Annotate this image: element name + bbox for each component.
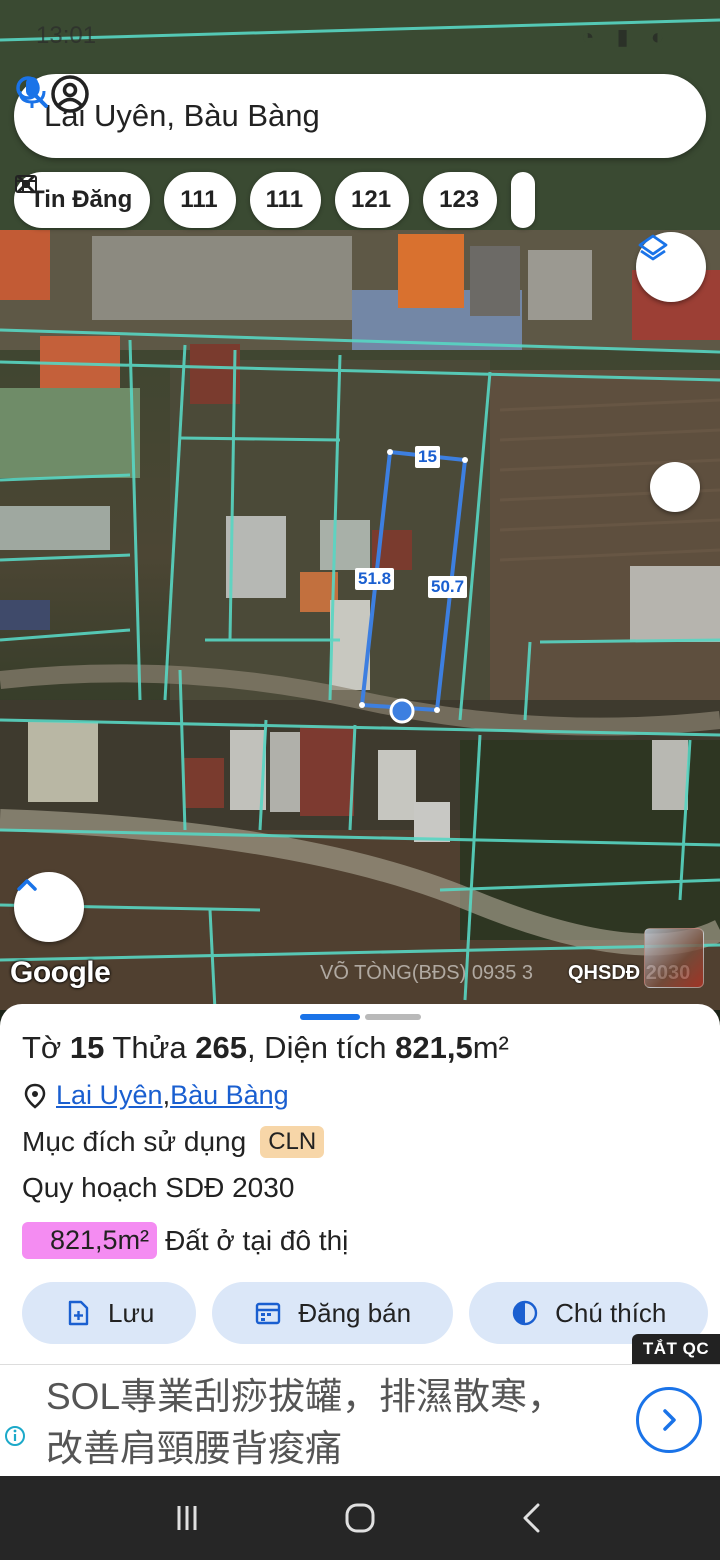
measure-left: 51.8 [355, 568, 395, 590]
compass-button[interactable] [650, 462, 700, 512]
area-value: 821,5 [395, 1030, 473, 1065]
parcel-title: Tờ 15 Thửa 265, Diện tích 821,5m² [22, 1030, 509, 1066]
expand-button[interactable] [14, 872, 84, 942]
map-view[interactable]: 13:01 ◔ ▮ ◐ 15 51.8 50.7 Lai Uyên, Bàu B… [0, 0, 720, 1010]
chevron-right-icon [663, 1409, 676, 1431]
ad-off-button[interactable]: TẮT QC [632, 1334, 720, 1364]
purpose-badge: CLN [260, 1126, 325, 1158]
measure-right: 50.7 [428, 576, 468, 598]
pin-icon [24, 1083, 46, 1109]
chip-more[interactable] [511, 172, 536, 228]
chip-label: Tin Đăng [30, 186, 133, 213]
comma: , [162, 1080, 171, 1110]
chip-121[interactable]: 121 [17, 172, 410, 228]
location-line: Lai Uyên, Bàu Bàng [22, 1080, 289, 1111]
tool-icon [17, 175, 35, 193]
chip-label: 111 [265, 186, 304, 213]
area-unit: m² [472, 1030, 509, 1065]
plan-description: Đất ở tại đô thị [165, 1224, 349, 1256]
sheet-number: 15 [69, 1030, 105, 1065]
info-icon[interactable] [4, 1425, 26, 1447]
watermark: VÕ TÒNG(BĐS) 0935 3 [320, 962, 534, 984]
recent-apps-icon[interactable] [167, 1498, 207, 1538]
sheet-handle[interactable] [365, 1014, 421, 1020]
label-area: , Diện tích [246, 1030, 396, 1065]
chip-label: 123 [439, 186, 480, 213]
chip-label: 121 [351, 186, 392, 213]
measure-top: 15 [415, 446, 440, 468]
ad-banner[interactable]: SOL專業刮痧拔罐，排濕散寒，改善肩頸腰背痠痛 [0, 1364, 720, 1476]
chevron-up-icon [17, 879, 37, 891]
contrast-icon [512, 1300, 538, 1326]
location-dot [389, 698, 415, 724]
post-sale-label: Đăng bán [298, 1297, 412, 1328]
system-nav-bar [0, 1476, 720, 1560]
district-link[interactable]: Bàu Bàng [170, 1080, 289, 1111]
calendar-icon [256, 1302, 281, 1325]
filter-chips: Tin Đăng 111 111 121 123 [14, 172, 536, 228]
search-bar[interactable]: Lai Uyên, Bàu Bàng [14, 74, 706, 158]
commune-link[interactable]: Lai Uyên [56, 1080, 163, 1111]
plan-area-row: 821,5m² Đất ở tại đô thị [22, 1222, 348, 1259]
purpose-label: Mục đích sử dụng [22, 1126, 247, 1157]
status-time: 13:01 [36, 22, 97, 49]
save-label: Lưu [108, 1297, 155, 1328]
chip-label: 111 [180, 186, 218, 213]
chip-123[interactable]: 123 [17, 172, 498, 228]
home-icon[interactable] [340, 1498, 380, 1538]
action-buttons: Lưu Đăng bán Chú thích [22, 1282, 720, 1344]
search-query[interactable]: Lai Uyên, Bàu Bàng [44, 98, 706, 134]
sheet-handle-active[interactable] [300, 1014, 360, 1020]
post-sale-button[interactable]: Đăng bán [212, 1282, 454, 1344]
land-use-purpose: Mục đích sử dụng CLN [22, 1126, 325, 1158]
save-icon [68, 1300, 89, 1326]
google-logo: Google [10, 956, 111, 989]
chip-111-a[interactable]: 111 [17, 172, 236, 228]
ad-open-button[interactable] [636, 1387, 702, 1453]
status-icons: ◔ ▮ ◐ [581, 24, 672, 49]
account-icon[interactable] [50, 74, 90, 114]
plan-label: Quy hoạch SDĐ 2030 [22, 1172, 295, 1203]
layers-button[interactable] [636, 232, 706, 302]
label-to: Tờ [22, 1030, 70, 1065]
save-button[interactable]: Lưu [22, 1282, 197, 1344]
microphone-icon[interactable] [14, 74, 50, 110]
layers-icon [638, 234, 668, 261]
chip-111-b[interactable]: 111 [17, 172, 322, 228]
parcel-number: 265 [195, 1030, 247, 1065]
parcel-sheet: Tờ 15 Thửa 265, Diện tích 821,5m² Lai Uy… [0, 1004, 720, 1364]
plan-area-badge: 821,5m² [22, 1222, 158, 1259]
ad-text[interactable]: SOL專業刮痧拔罐，排濕散寒，改善肩頸腰背痠痛 [46, 1371, 586, 1475]
label-thua: Thửa [104, 1030, 196, 1065]
overlay-thumbnail[interactable] [644, 928, 704, 988]
back-icon[interactable] [513, 1498, 553, 1538]
legend-label: Chú thích [555, 1297, 667, 1328]
